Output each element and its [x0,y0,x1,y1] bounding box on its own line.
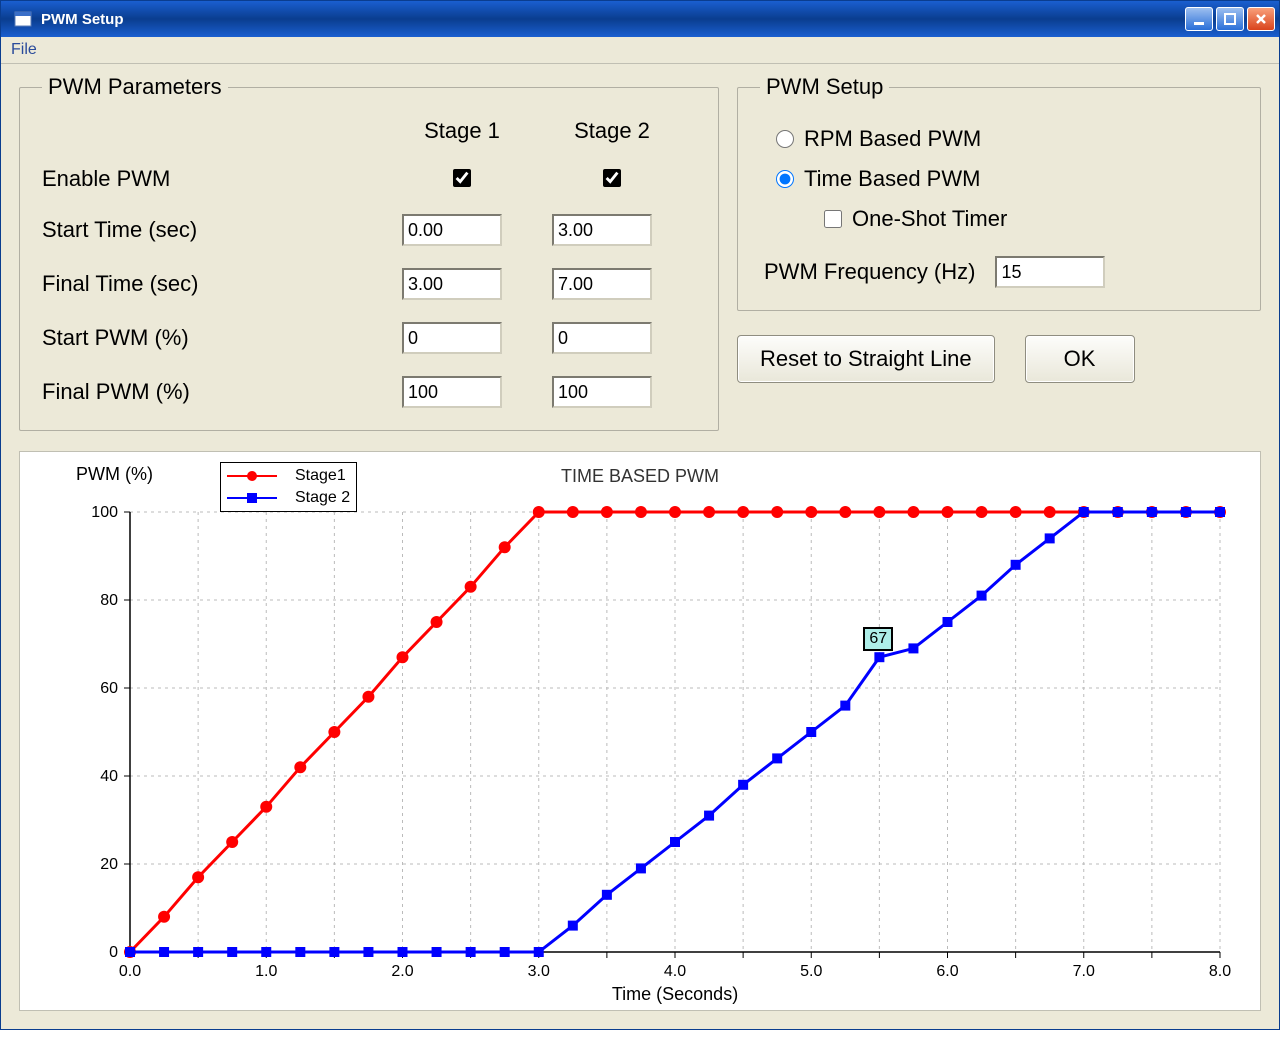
time-based-label: Time Based PWM [804,166,980,192]
start-time-label: Start Time (sec) [42,217,372,243]
start-time-stage2-input[interactable] [552,214,652,246]
chart-plot[interactable]: 0 20 40 60 80 100 0.0 1.0 2.0 3.0 4.0 5.0 6.0 7.0 8.0 T… [20,452,1260,1012]
svg-text:0.0: 0.0 [119,963,141,980]
svg-text:Time (Seconds): Time (Seconds) [612,984,738,1004]
svg-text:5.0: 5.0 [800,963,822,980]
chart-legend: Stage1 Stage 2 [220,462,357,512]
svg-text:6.0: 6.0 [936,963,958,980]
window-title: PWM Setup [41,11,1185,28]
final-pwm-label: Final PWM (%) [42,379,372,405]
legend-stage1: Stage1 [295,467,346,485]
reset-to-straight-line-button[interactable]: Reset to Straight Line [737,335,995,383]
svg-text:100: 100 [91,504,118,521]
ok-button[interactable]: OK [1025,335,1135,383]
pwm-frequency-input[interactable] [995,256,1105,288]
final-time-stage1-input[interactable] [402,268,502,300]
one-shot-checkbox[interactable] [824,210,842,228]
time-based-row[interactable]: Time Based PWM [776,166,1238,192]
chart-title: TIME BASED PWM [561,466,719,487]
pwm-parameters-legend: PWM Parameters [42,74,228,100]
app-icon [13,9,33,29]
one-shot-label: One-Shot Timer [852,206,1007,232]
svg-text:7.0: 7.0 [1073,963,1095,980]
final-pwm-stage2-input[interactable] [552,376,652,408]
menu-bar: File [1,37,1279,64]
legend-stage2: Stage 2 [295,489,350,507]
pwm-setup-legend: PWM Setup [760,74,889,100]
menu-file[interactable]: File [11,41,37,58]
svg-text:2.0: 2.0 [391,963,413,980]
start-pwm-stage1-input[interactable] [402,322,502,354]
rpm-based-row[interactable]: RPM Based PWM [776,126,1238,152]
rpm-based-radio[interactable] [776,130,794,148]
svg-text:60: 60 [100,680,118,697]
svg-text:80: 80 [100,592,118,609]
svg-text:40: 40 [100,768,118,785]
chart-y-label: PWM (%) [76,464,153,485]
final-time-label: Final Time (sec) [42,271,372,297]
enable-pwm-stage1-checkbox[interactable] [453,169,471,187]
close-button[interactable] [1247,7,1275,31]
pwm-parameters-group: PWM Parameters Stage 1 Stage 2 Enable PW… [19,74,719,431]
enable-pwm-label: Enable PWM [42,166,372,192]
window-controls [1185,7,1275,31]
svg-text:4.0: 4.0 [664,963,686,980]
svg-text:1.0: 1.0 [255,963,277,980]
start-pwm-label: Start PWM (%) [42,325,372,351]
chart-panel: PWM (%) TIME BASED PWM Stage1 Stage 2 0 2… [19,451,1261,1011]
enable-pwm-stage2-checkbox[interactable] [603,169,621,187]
stage1-header: Stage 1 [402,118,522,144]
start-pwm-stage2-input[interactable] [552,322,652,354]
svg-text:3.0: 3.0 [528,963,550,980]
content-area: PWM Parameters Stage 1 Stage 2 Enable PW… [1,64,1279,1029]
svg-text:8.0: 8.0 [1209,963,1231,980]
chart-tooltip: 67 [863,627,893,651]
svg-text:0: 0 [109,944,118,961]
start-time-stage1-input[interactable] [402,214,502,246]
minimize-button[interactable] [1185,7,1213,31]
pwm-setup-group: PWM Setup RPM Based PWM Time Based PWM [737,74,1261,311]
final-time-stage2-input[interactable] [552,268,652,300]
one-shot-row[interactable]: One-Shot Timer [824,206,1238,232]
time-based-radio[interactable] [776,170,794,188]
titlebar[interactable]: PWM Setup [1,1,1279,37]
final-pwm-stage1-input[interactable] [402,376,502,408]
svg-text:20: 20 [100,856,118,873]
maximize-button[interactable] [1216,7,1244,31]
pwm-frequency-label: PWM Frequency (Hz) [764,259,975,285]
rpm-based-label: RPM Based PWM [804,126,981,152]
stage2-header: Stage 2 [552,118,672,144]
app-window: PWM Setup File PWM Parameters Stage 1 St… [0,0,1280,1030]
